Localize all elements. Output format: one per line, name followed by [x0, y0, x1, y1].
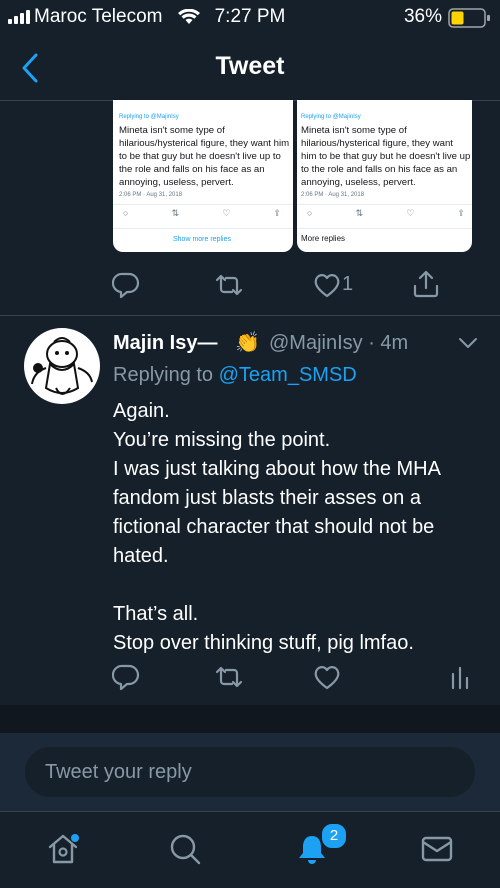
- reply-action-row: [0, 658, 500, 698]
- home-icon[interactable]: [46, 832, 80, 866]
- like-icon[interactable]: [313, 273, 341, 299]
- reply-input-placeholder: Tweet your reply: [45, 761, 192, 783]
- battery-percent: 36%: [403, 6, 442, 27]
- replying-to: Replying to @Team_SMSD: [113, 364, 357, 387]
- image-replying-to: Replying to @MajinIsy: [119, 114, 179, 120]
- clap-emoji: 👏: [235, 332, 260, 354]
- tab-bar: [0, 811, 500, 888]
- share-icon: ⇪: [457, 208, 465, 218]
- replying-to-prefix: Replying to: [113, 364, 219, 386]
- image-footer: More replies: [301, 234, 346, 243]
- handle-and-time: @MajinIsy · 4m: [269, 332, 409, 354]
- image-divider: [297, 228, 472, 229]
- image-replying-to: Replying to @MajinIsy: [301, 114, 361, 120]
- like-icon[interactable]: [313, 665, 341, 691]
- analytics-icon[interactable]: [449, 664, 471, 690]
- reply-icon: ○: [307, 208, 313, 218]
- search-icon[interactable]: [168, 832, 202, 866]
- image-timestamp: 2:06 PM · Aug 31, 2018: [119, 192, 183, 198]
- display-name[interactable]: Majin Isy—: [113, 332, 217, 355]
- page-title: Tweet: [215, 52, 285, 80]
- thread-end-spacer: [0, 705, 500, 733]
- reply-icon: ○: [123, 208, 129, 218]
- status-bar: Maroc Telecom 7:27 PM 36%: [0, 0, 500, 36]
- image-action-row: ○ ⇅ ♡ ⇪: [307, 208, 465, 219]
- share-icon[interactable]: [412, 269, 440, 299]
- mention-link[interactable]: @Team_SMSD: [219, 364, 357, 386]
- image-divider: [297, 204, 472, 205]
- image-divider: [113, 228, 293, 229]
- tweet-divider: [0, 315, 500, 316]
- share-icon: ⇪: [273, 208, 281, 218]
- battery-icon: [448, 8, 490, 28]
- notification-badge: 2: [320, 822, 348, 850]
- tweet-body: Again. You’re missing the point. I was j…: [113, 400, 440, 654]
- image-timestamp: 2:06 PM · Aug 31, 2018: [301, 192, 365, 198]
- image-action-row: ○ ⇅ ♡ ⇪: [123, 208, 281, 219]
- retweet-icon[interactable]: [214, 664, 244, 690]
- retweet-icon: ⇅: [171, 208, 180, 218]
- reply-icon[interactable]: [112, 271, 140, 299]
- tweet-action-row: 1: [0, 266, 500, 306]
- like-count: 1: [342, 273, 354, 295]
- retweet-icon: ⇅: [355, 208, 364, 218]
- image-footer: Show more replies: [173, 236, 231, 243]
- chevron-down-icon[interactable]: [458, 336, 478, 350]
- avatar[interactable]: [24, 328, 100, 404]
- image-divider: [113, 204, 293, 205]
- reply-input[interactable]: Tweet your reply: [25, 747, 475, 797]
- retweet-icon[interactable]: [214, 272, 244, 298]
- avatar-drawing: [31, 337, 93, 395]
- like-icon: ♡: [406, 208, 415, 218]
- image-tweet-text: Mineta isn't some type of hilarious/hyst…: [301, 125, 471, 188]
- compose-bar: Tweet your reply: [0, 733, 500, 811]
- nav-header: Tweet: [0, 36, 500, 100]
- messages-icon[interactable]: [420, 834, 454, 864]
- image-tweet-text: Mineta isn't some type of hilarious/hyst…: [119, 125, 290, 188]
- reply-icon[interactable]: [112, 663, 140, 691]
- tweet-image-1[interactable]: Replying to @MajinIsy Mineta isn't some …: [113, 100, 293, 252]
- tweet-image-2[interactable]: Replying to @MajinIsy Mineta isn't some …: [297, 100, 472, 252]
- like-icon: ♡: [222, 208, 231, 218]
